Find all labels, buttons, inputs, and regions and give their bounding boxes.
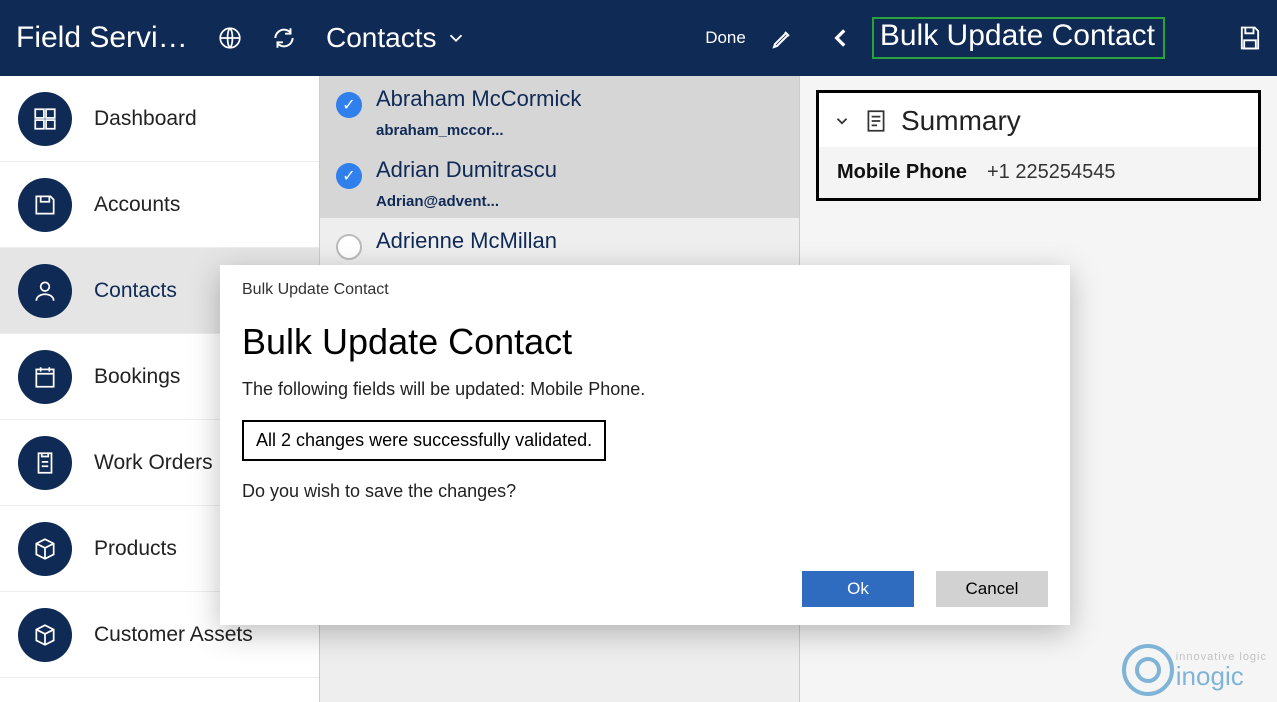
sidebar-item-accounts[interactable]: Accounts — [0, 162, 319, 248]
modal-overlay: Bulk Update Contact Bulk Update Contact … — [0, 265, 1277, 702]
list-item[interactable]: ✓ Abraham McCormick abraham_mccor... — [320, 76, 799, 147]
module-label-text: Contacts — [326, 22, 437, 54]
globe-icon[interactable] — [210, 18, 250, 58]
done-label[interactable]: Done — [705, 28, 746, 48]
pencil-icon[interactable] — [768, 23, 798, 53]
sidebar-label: Dashboard — [94, 107, 197, 131]
page-title: Bulk Update Contact — [872, 17, 1165, 59]
summary-title: Summary — [901, 105, 1021, 137]
field-value: +1 225254545 — [987, 161, 1115, 184]
ok-button[interactable]: Ok — [802, 571, 914, 607]
list-item[interactable]: Adrienne McMillan — [320, 218, 799, 272]
contact-sub: abraham_mccor... — [376, 122, 779, 139]
bulk-update-dialog: Bulk Update Contact Bulk Update Contact … — [220, 265, 1070, 625]
check-icon[interactable] — [336, 234, 362, 260]
contact-name: Abraham McCormick — [376, 86, 779, 112]
dialog-message-1: The following fields will be updated: Mo… — [242, 379, 1048, 400]
logo-icon — [1122, 644, 1174, 696]
summary-icon — [863, 108, 889, 134]
dashboard-icon — [18, 92, 72, 146]
save-icon[interactable] — [1235, 23, 1265, 53]
module-dropdown[interactable]: Contacts — [326, 22, 467, 54]
dialog-status: All 2 changes were successfully validate… — [242, 420, 606, 461]
contact-name: Adrienne McMillan — [376, 228, 779, 254]
chevron-down-icon[interactable] — [833, 112, 851, 130]
dialog-message-2: Do you wish to save the changes? — [242, 481, 1048, 502]
contact-name: Adrian Dumitrascu — [376, 157, 779, 183]
back-icon[interactable] — [826, 23, 856, 53]
summary-section: Summary Mobile Phone +1 225254545 — [816, 90, 1261, 201]
top-header: Field Servic... Contacts Done Bulk Updat… — [0, 0, 1277, 76]
field-label: Mobile Phone — [837, 161, 987, 184]
chevron-down-icon — [445, 27, 467, 49]
sidebar-item-dashboard[interactable]: Dashboard — [0, 76, 319, 162]
summary-row[interactable]: Mobile Phone +1 225254545 — [819, 147, 1258, 198]
check-icon[interactable]: ✓ — [336, 92, 362, 118]
refresh-icon[interactable] — [264, 18, 304, 58]
app-title: Field Servic... — [16, 21, 196, 55]
dialog-title: Bulk Update Contact — [242, 321, 1048, 363]
list-item[interactable]: ✓ Adrian Dumitrascu Adrian@advent... — [320, 147, 799, 218]
logo-name: inogic — [1176, 663, 1267, 689]
accounts-icon — [18, 178, 72, 232]
dialog-crumb: Bulk Update Contact — [242, 281, 1048, 299]
contact-sub: Adrian@advent... — [376, 193, 779, 210]
check-icon[interactable]: ✓ — [336, 163, 362, 189]
brand-logo: innovative logic inogic — [1122, 644, 1267, 696]
sidebar-label: Accounts — [94, 193, 180, 217]
cancel-button[interactable]: Cancel — [936, 571, 1048, 607]
